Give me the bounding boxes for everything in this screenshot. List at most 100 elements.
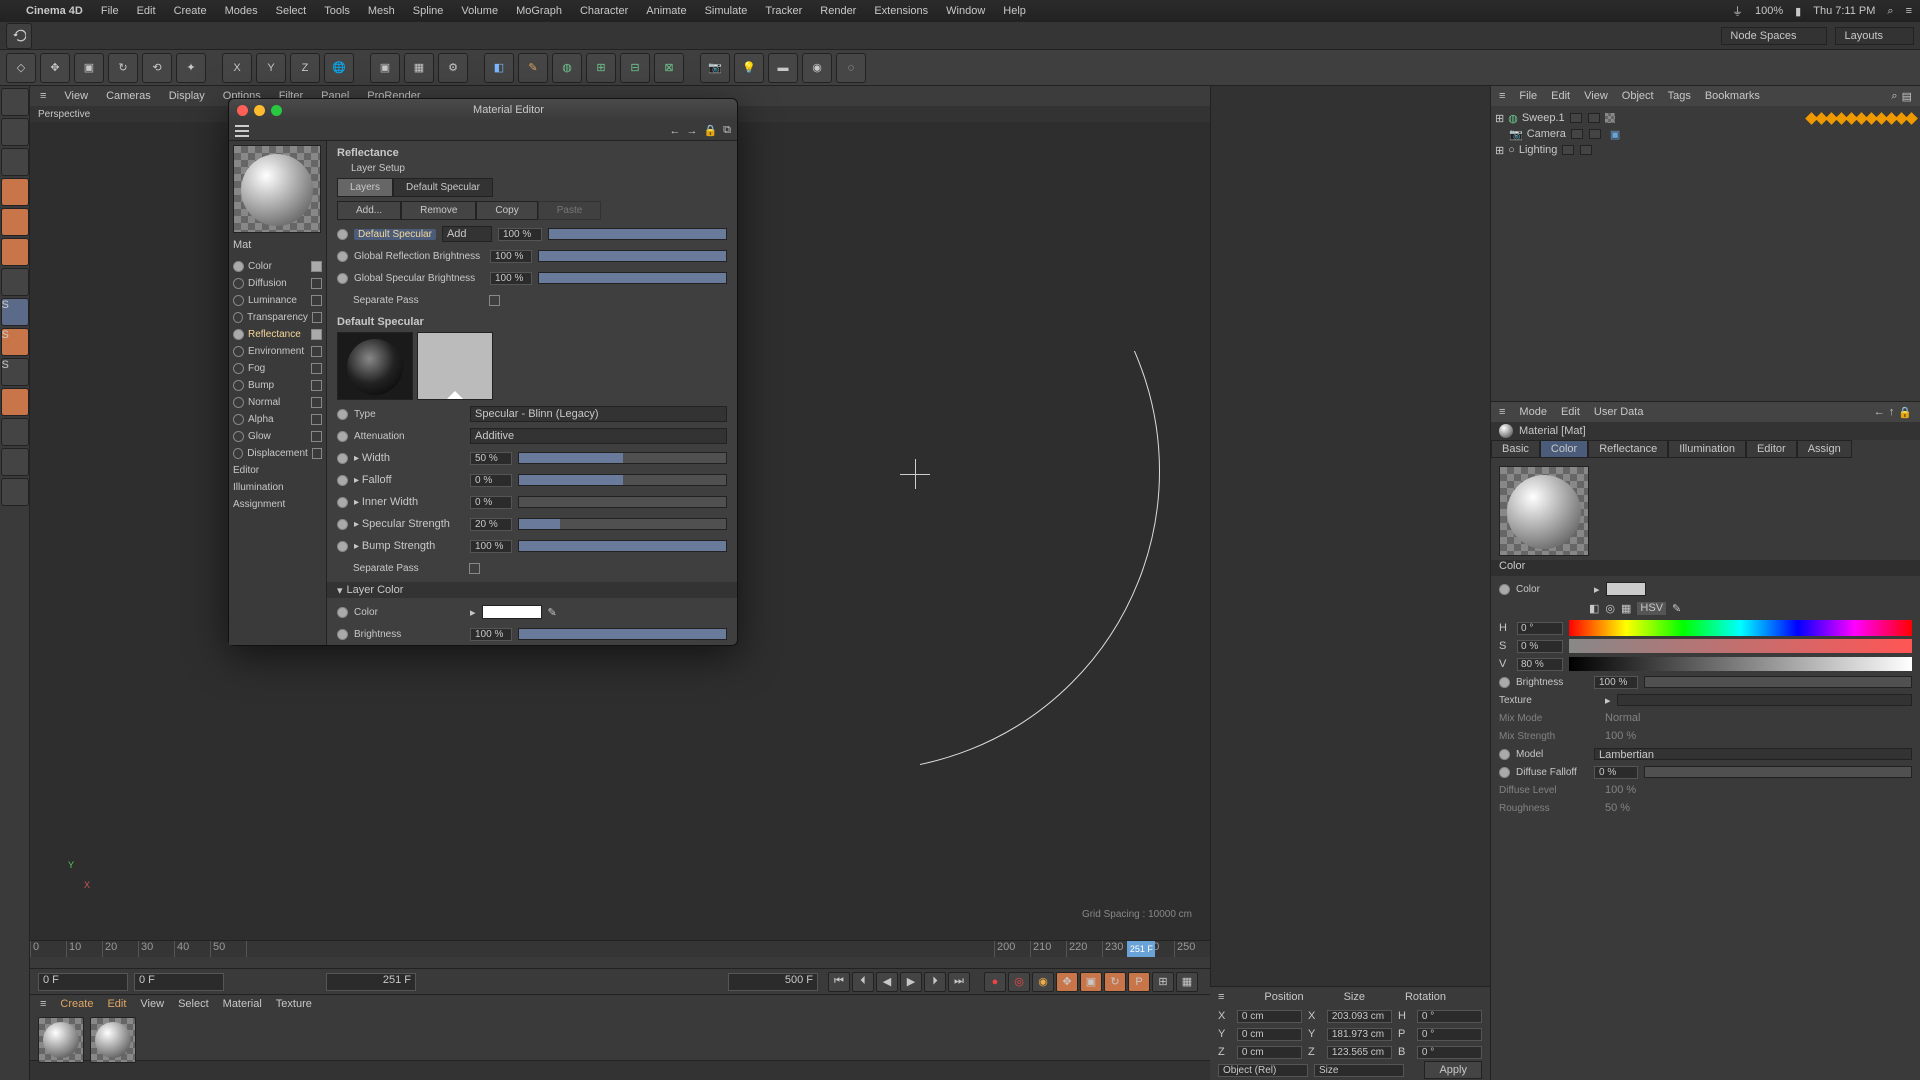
back-icon[interactable]: ←	[1874, 406, 1885, 419]
frame-start[interactable]: 0 F	[38, 973, 128, 991]
rotate-icon[interactable]: ↻	[108, 53, 138, 83]
material-editor-window[interactable]: Material Editor ← → 🔒 ⧉ Mat Color Diffus…	[228, 98, 738, 646]
cube-primitive-icon[interactable]: ◧	[484, 53, 514, 83]
menu-spline[interactable]: Spline	[413, 5, 444, 17]
attenuation-dropdown[interactable]: Additive	[470, 428, 727, 444]
axis-icon[interactable]	[1, 268, 29, 296]
hamburger-icon[interactable]: ≡	[40, 90, 46, 102]
frame-current[interactable]: 0 F	[134, 973, 224, 991]
key-sel-icon[interactable]: ◉	[1032, 972, 1054, 992]
menu-volume[interactable]: Volume	[461, 5, 498, 17]
matbar-edit[interactable]: Edit	[107, 998, 126, 1010]
zoom-icon[interactable]	[271, 105, 282, 116]
autokey-icon[interactable]: ◎	[1008, 972, 1030, 992]
model-dropdown[interactable]: Lambertian	[1594, 748, 1912, 760]
locked-icon[interactable]: ✦	[176, 53, 206, 83]
color-swatch[interactable]	[1606, 582, 1646, 596]
picker-hsv-icon[interactable]: HSV	[1637, 602, 1666, 615]
hamburger-icon[interactable]: ≡	[1218, 991, 1224, 1003]
lock-icon[interactable]: 🔒	[1898, 406, 1912, 419]
menu-help[interactable]: Help	[1003, 5, 1026, 17]
key-pos-icon[interactable]: ✥	[1056, 972, 1078, 992]
tab-assign[interactable]: Assign	[1797, 440, 1852, 458]
channel-reflectance[interactable]: Reflectance	[248, 329, 307, 340]
mac-menubar[interactable]: Cinema 4D File Edit Create Modes Select …	[0, 0, 1920, 22]
goto-start-icon[interactable]: ⏮	[828, 972, 850, 992]
x-axis-icon[interactable]: X	[222, 53, 252, 83]
record-icon[interactable]: ●	[984, 972, 1006, 992]
step-fwd-icon[interactable]: ⏵	[924, 972, 946, 992]
menu-mesh[interactable]: Mesh	[368, 5, 395, 17]
search-icon[interactable]: ⌕	[1891, 90, 1897, 103]
hamburger-icon[interactable]: ≡	[1499, 90, 1505, 102]
snap-s3-icon[interactable]: S	[1, 358, 29, 386]
pos-x[interactable]: 0 cm	[1237, 1010, 1302, 1023]
active-camera-icon[interactable]: ▣	[1610, 128, 1620, 141]
close-icon[interactable]	[237, 105, 248, 116]
eyedropper-icon[interactable]: ✎	[1672, 602, 1681, 615]
picker-mode-icon[interactable]: ◧	[1589, 602, 1599, 615]
step-back-icon[interactable]: ⏴	[852, 972, 874, 992]
play-fwd-icon[interactable]: ▶	[900, 972, 922, 992]
playhead[interactable]: 251 F	[1127, 941, 1155, 957]
array-icon[interactable]: ⊞	[586, 53, 616, 83]
layer-brightness-field[interactable]: 100 %	[470, 628, 512, 641]
gsb-field[interactable]: 100 %	[490, 272, 532, 285]
up-icon[interactable]: ↑	[1889, 406, 1895, 419]
tab-basic[interactable]: Basic	[1491, 440, 1540, 458]
scale-icon[interactable]: ▣	[74, 53, 104, 83]
layouts-dropdown[interactable]: Layouts	[1835, 27, 1914, 45]
shelf1-icon[interactable]	[1, 418, 29, 446]
world-icon[interactable]: 🌐	[324, 53, 354, 83]
filter-icon[interactable]: ▤	[1902, 90, 1912, 103]
shelf3-icon[interactable]	[1, 478, 29, 506]
bulb-icon[interactable]: ◌	[836, 53, 866, 83]
inner-width-field[interactable]: 0 %	[470, 496, 512, 509]
camera-icon[interactable]: 📷	[700, 53, 730, 83]
color-radio[interactable]	[1499, 584, 1510, 595]
timeline[interactable]: 0 10 20 30 40 50 200 210 220 230 240 250…	[30, 940, 1210, 968]
attr-menu-edit[interactable]: Edit	[1561, 406, 1580, 418]
brightness-slider[interactable]	[1644, 676, 1912, 688]
obj-menu-object[interactable]: Object	[1622, 90, 1654, 102]
instance-icon[interactable]: ⊠	[654, 53, 684, 83]
attr-menu-userdata[interactable]: User Data	[1594, 406, 1644, 418]
rot-h[interactable]: 0 °	[1417, 1010, 1482, 1023]
hsv-s[interactable]: 0 %	[1517, 640, 1563, 653]
key-pla-icon[interactable]: ⊞	[1152, 972, 1174, 992]
workplane-icon[interactable]	[1, 148, 29, 176]
render-region-icon[interactable]: ▦	[404, 53, 434, 83]
render-toggle[interactable]	[1588, 113, 1600, 123]
objects-tree[interactable]: ⊞◍ Sweep.1 📷 Camera ▣ ⊞○ Lighting	[1491, 106, 1920, 401]
paste-button[interactable]: Paste	[538, 201, 602, 220]
picker-wheel-icon[interactable]: ◎	[1605, 602, 1615, 615]
menu-animate[interactable]: Animate	[646, 5, 686, 17]
texture-mode-icon[interactable]	[1, 118, 29, 146]
key-outline-icon[interactable]: ▦	[1176, 972, 1198, 992]
object-row-sweep[interactable]: ⊞◍ Sweep.1	[1495, 110, 1916, 126]
frame-range-end[interactable]: 500 F	[728, 973, 818, 991]
material-editor-titlebar[interactable]: Material Editor	[229, 99, 737, 121]
hsv-h[interactable]: 0 °	[1517, 622, 1563, 635]
cloner-icon[interactable]: ⊟	[620, 53, 650, 83]
rot-p[interactable]: 0 °	[1417, 1028, 1482, 1041]
subdiv-icon[interactable]: ◍	[552, 53, 582, 83]
eyedropper-icon[interactable]: ✎	[548, 606, 557, 619]
add-button[interactable]: Add...	[337, 201, 401, 220]
floor-icon[interactable]: ▬	[768, 53, 798, 83]
obj-menu-tags[interactable]: Tags	[1668, 90, 1691, 102]
popout-icon[interactable]: ⧉	[723, 124, 731, 137]
app-name[interactable]: Cinema 4D	[26, 5, 83, 17]
vp-tab-view[interactable]: View	[64, 90, 88, 102]
tab-illumination[interactable]: Illumination	[1668, 440, 1746, 458]
falloff-slider[interactable]	[518, 474, 727, 486]
material-name-field[interactable]: Mat	[233, 239, 322, 251]
apply-button[interactable]: Apply	[1424, 1061, 1482, 1079]
goto-end-icon[interactable]: ⏭	[948, 972, 970, 992]
last-tool-icon[interactable]: ⟲	[142, 53, 172, 83]
vis-toggle[interactable]	[1570, 113, 1582, 123]
attr-menu-mode[interactable]: Mode	[1519, 406, 1547, 418]
back-icon[interactable]: ←	[669, 125, 680, 137]
matbar-select[interactable]: Select	[178, 998, 209, 1010]
play-back-icon[interactable]: ◀	[876, 972, 898, 992]
